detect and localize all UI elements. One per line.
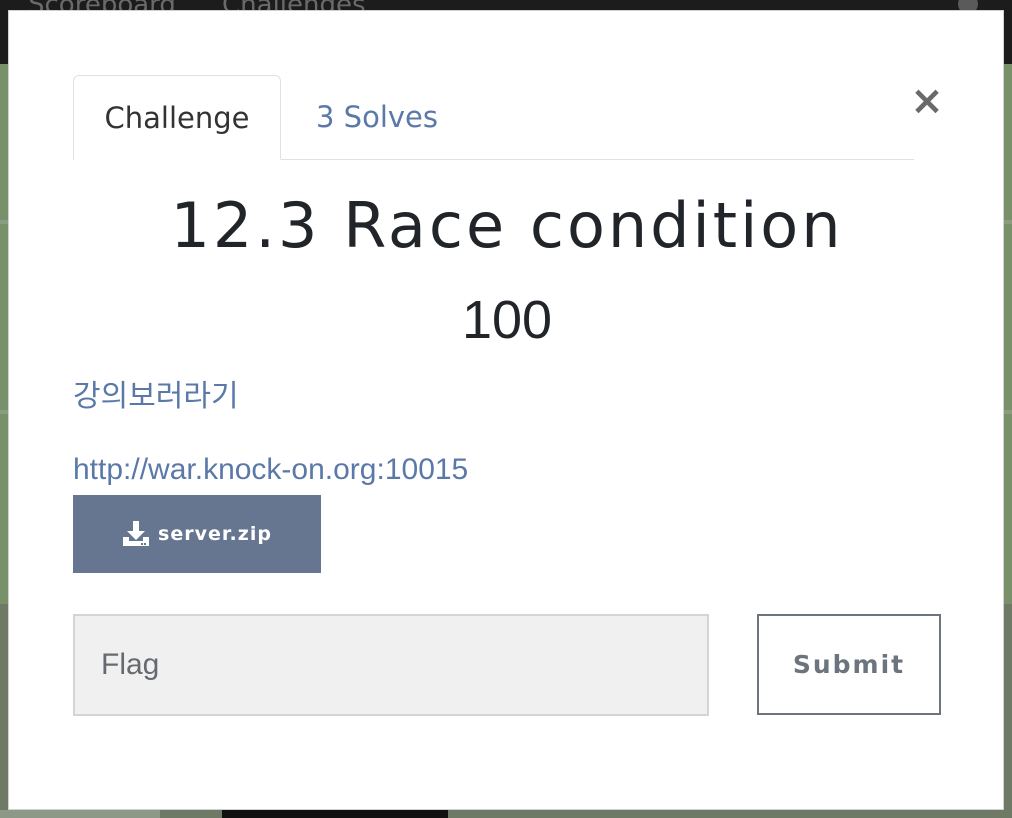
challenge-points: 100 <box>461 290 553 350</box>
submit-button[interactable]: Submit <box>757 614 941 715</box>
lecture-link[interactable]: 강의보러라기 <box>73 371 239 415</box>
download-icon <box>123 521 150 546</box>
download-file-label: server.zip <box>158 523 272 545</box>
flag-input[interactable] <box>73 614 709 716</box>
tab-challenge[interactable]: Challenge <box>73 75 281 160</box>
modal-tabs: Challenge 3 Solves <box>73 75 914 160</box>
challenge-modal: Challenge 3 Solves × 12.3 Race condition… <box>8 10 1004 810</box>
tab-solves[interactable]: 3 Solves <box>316 75 438 159</box>
background-strip <box>0 810 160 818</box>
challenge-title: 12.3 Race condition <box>170 189 844 262</box>
close-icon: × <box>910 78 944 124</box>
download-file-button[interactable]: server.zip <box>73 495 321 573</box>
background-strip <box>222 810 448 818</box>
challenge-url-link[interactable]: http://war.knock-on.org:10015 <box>73 453 468 487</box>
close-button[interactable]: × <box>909 81 945 121</box>
